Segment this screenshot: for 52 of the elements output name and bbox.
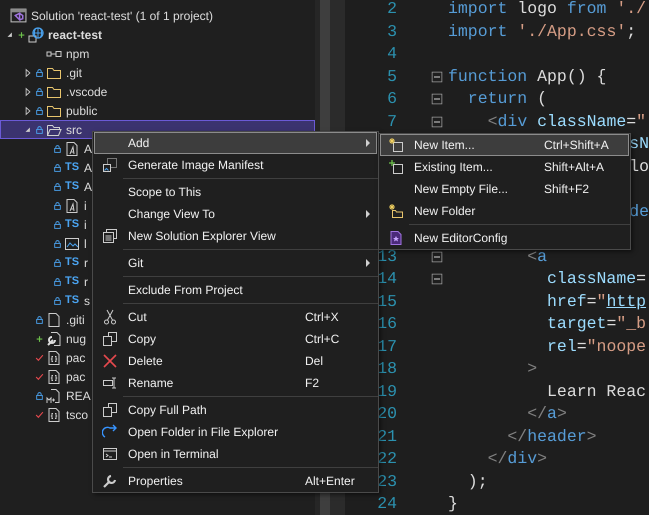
- typescript-icon: TS: [64, 181, 80, 192]
- line-number: 22: [377, 449, 397, 468]
- code-line: href="http: [546, 292, 646, 310]
- code-line: import logo from './: [448, 0, 646, 18]
- typescript-icon: TS: [64, 162, 80, 173]
- line-number: 2: [387, 0, 397, 18]
- line-number: 4: [387, 44, 397, 63]
- code-line: );: [466, 472, 488, 490]
- code-line: Learn Reac: [546, 382, 646, 400]
- code-line: target="_b: [546, 314, 646, 333]
- shortcut-text: Ctrl+C: [305, 332, 340, 346]
- code-line: <div className=": [486, 112, 646, 130]
- line-number: 13: [377, 246, 397, 266]
- line-number: 23: [377, 472, 397, 490]
- shortcut-text: Del: [305, 354, 324, 368]
- code-line: <a: [526, 246, 548, 266]
- line-number: 19: [377, 382, 397, 400]
- shortcut-text: Alt+Enter: [305, 474, 355, 488]
- line-number: 21: [377, 426, 397, 446]
- shortcut-text: Shift+F2: [544, 182, 590, 196]
- line-number: 15: [377, 292, 397, 310]
- code-line: de: [629, 202, 649, 220]
- code-line: rel="noope: [546, 336, 646, 356]
- line-number: 17: [377, 336, 397, 356]
- line-number: 5: [387, 66, 397, 86]
- shortcut-text: F2: [305, 376, 320, 390]
- code-line: }: [448, 494, 458, 513]
- code-line: </a>: [526, 404, 567, 423]
- shortcut-text: Ctrl+Shift+A: [544, 138, 609, 152]
- code-line: function App() {: [448, 66, 606, 86]
- code-line: >: [526, 359, 538, 378]
- typescript-icon: TS: [64, 257, 80, 268]
- shortcut-text: Shift+Alt+A: [544, 160, 604, 174]
- shortcut-text: Ctrl+X: [305, 310, 339, 324]
- code-line: lo: [629, 156, 649, 176]
- typescript-icon: TS: [64, 295, 80, 306]
- code-line: return (: [466, 89, 548, 108]
- line-number: 24: [377, 494, 397, 513]
- typescript-icon: TS: [64, 276, 80, 287]
- line-number: 3: [387, 22, 397, 40]
- line-number: 7: [387, 112, 397, 130]
- code-line: </div>: [486, 449, 548, 468]
- code-line: sN: [629, 134, 649, 153]
- line-number: 16: [377, 314, 397, 333]
- line-number: 14: [377, 269, 397, 288]
- line-number: 18: [377, 359, 397, 378]
- code-line: className=: [546, 269, 646, 288]
- typescript-icon: TS: [64, 219, 80, 230]
- line-number: 20: [377, 404, 397, 423]
- code-line: </header>: [506, 426, 597, 446]
- line-number: 6: [387, 89, 397, 108]
- code-line: import './App.css';: [448, 22, 636, 40]
